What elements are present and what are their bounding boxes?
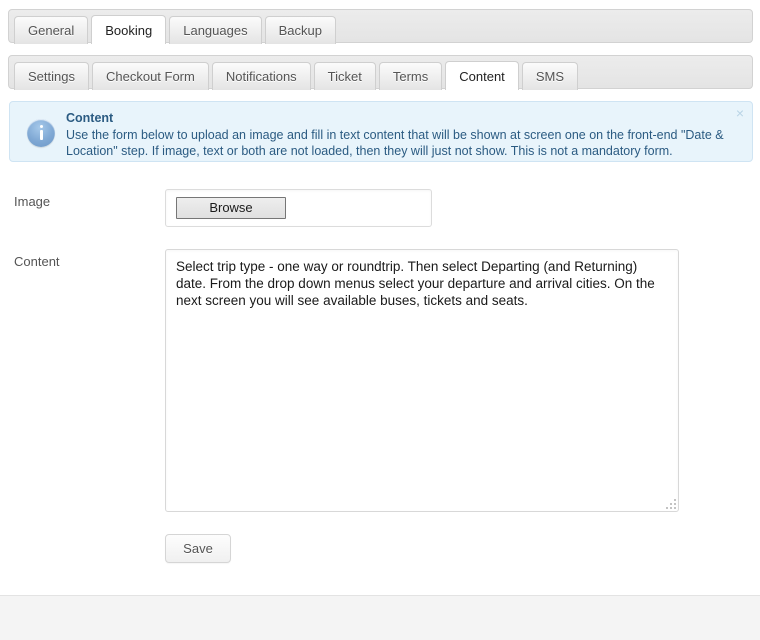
tab-checkout-form[interactable]: Checkout Form [91,62,209,90]
secondary-tabbar: Settings Checkout Form Notifications Ticket… [8,55,753,90]
tab-notifications[interactable]: Notifications [211,62,311,90]
tab-booking[interactable]: Booking [91,15,167,44]
tab-languages[interactable]: Languages [169,16,262,44]
tab-terms[interactable]: Terms [378,62,443,90]
primary-tabbar: General Booking Languages Backup [8,9,753,44]
content-textarea[interactable] [165,249,679,512]
browse-button[interactable]: Browse [176,197,286,219]
tab-ticket[interactable]: Ticket [313,62,376,90]
info-icon [27,119,55,147]
alert-message: Use the form below to upload an image an… [66,128,724,158]
tab-sms[interactable]: SMS [521,62,578,90]
alert-title: Content [66,111,114,125]
content-field-label: Content [14,254,60,269]
tab-general[interactable]: General [14,16,89,44]
info-alert: Content Use the form below to upload an … [9,101,753,162]
tab-backup[interactable]: Backup [264,16,336,44]
close-icon[interactable]: × [736,106,744,120]
save-button[interactable]: Save [165,534,231,563]
image-file-input[interactable]: Browse [165,189,432,227]
tab-settings[interactable]: Settings [14,62,89,90]
image-field-label: Image [14,194,51,209]
tab-content[interactable]: Content [445,61,519,90]
settings-page: General Booking Languages Backup Settings Ch… [0,0,760,640]
